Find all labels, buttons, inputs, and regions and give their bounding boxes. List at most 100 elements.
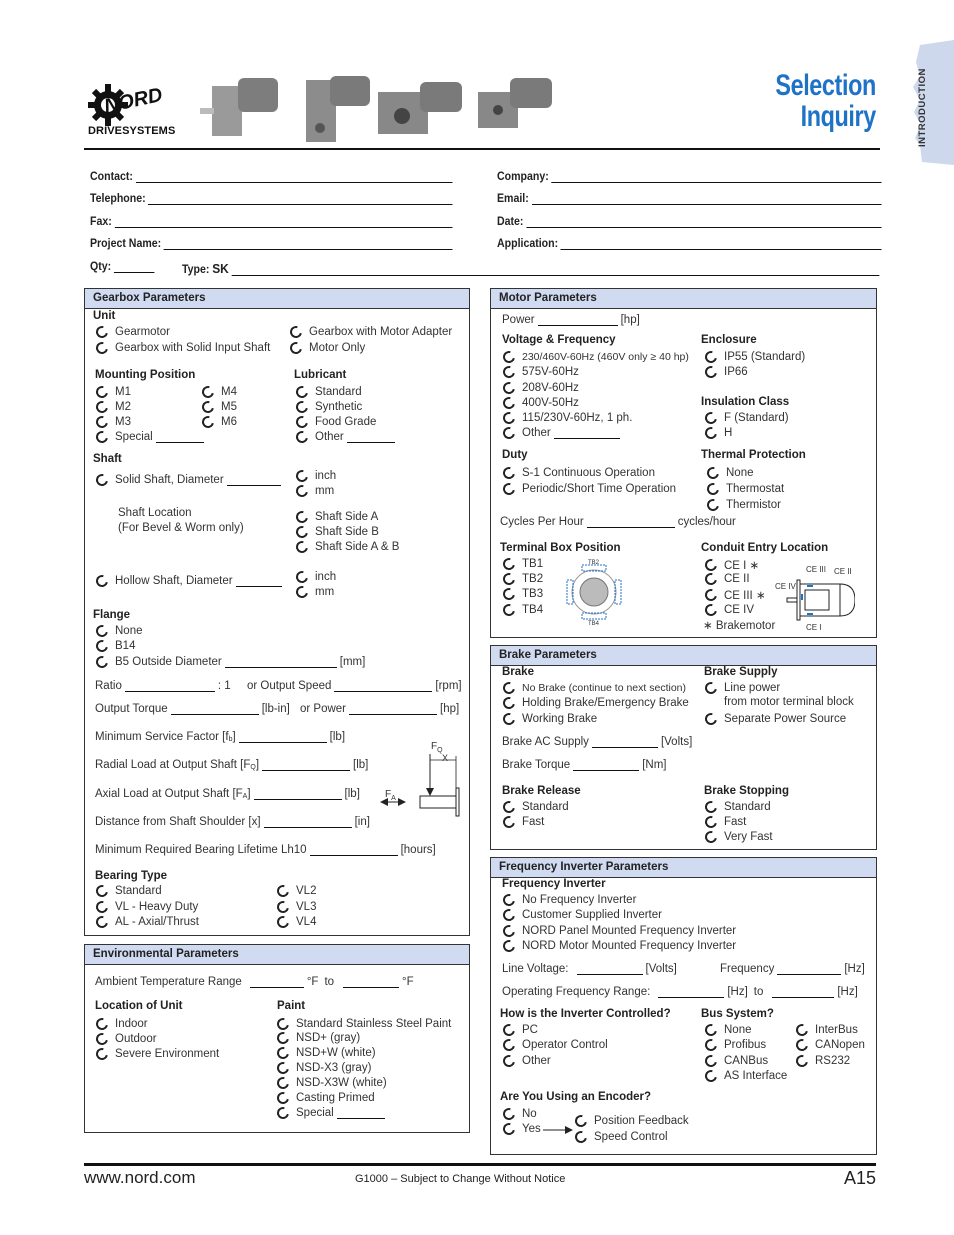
paint-option-special[interactable]: Special: [274, 1104, 388, 1122]
flange-option-b14[interactable]: B14: [93, 637, 135, 655]
contact-field[interactable]: Contact:: [90, 171, 453, 183]
voltage-option-575[interactable]: 575V-60Hz: [500, 363, 579, 381]
bearing-option-vl4[interactable]: VL4: [274, 913, 316, 931]
solid-shaft-option[interactable]: Solid Shaft, Diameter: [93, 471, 284, 489]
operating-frequency-range-field[interactable]: Operating Frequency Range: [Hz] to [Hz]: [502, 986, 858, 998]
location-option-severe[interactable]: Severe Environment: [93, 1045, 219, 1063]
paint-option-nsd-plus-w[interactable]: NSD+W (white): [274, 1044, 376, 1062]
brake-torque-field[interactable]: Brake Torque [Nm]: [502, 759, 666, 771]
bus-option-interbus[interactable]: InterBus: [793, 1021, 858, 1039]
encoder-option-position-feedback[interactable]: Position Feedback: [572, 1112, 689, 1130]
cycles-per-hour-field[interactable]: Cycles Per Hour cycles/hour: [500, 516, 736, 528]
control-option-other[interactable]: Other: [500, 1052, 551, 1070]
bus-option-profibus[interactable]: Profibus: [702, 1036, 766, 1054]
conduit-option-ce1[interactable]: CE I ∗: [702, 556, 759, 574]
project-name-field[interactable]: Project Name:: [90, 238, 453, 250]
brake-option-none[interactable]: No Brake (continue to next section): [500, 679, 686, 697]
unit-option-motor-only[interactable]: Motor Only: [287, 339, 365, 357]
hollow-shaft-option[interactable]: Hollow Shaft, Diameter: [93, 572, 285, 590]
mounting-option-m6[interactable]: M6: [199, 413, 237, 431]
terminal-option-tb4[interactable]: TB4: [500, 601, 543, 619]
brake-release-option-standard[interactable]: Standard: [500, 798, 569, 816]
brake-option-working[interactable]: Working Brake: [500, 710, 597, 728]
voltage-option-400[interactable]: 400V-50Hz: [500, 394, 579, 412]
brake-release-option-fast[interactable]: Fast: [500, 813, 544, 831]
bus-option-canbus[interactable]: CANBus: [702, 1052, 768, 1070]
mounting-option-m3[interactable]: M3: [93, 413, 131, 431]
insulation-option-h[interactable]: H: [702, 424, 732, 442]
duty-option-s1[interactable]: S-1 Continuous Operation: [500, 464, 655, 482]
mounting-option-m1[interactable]: M1: [93, 383, 131, 401]
control-option-pc[interactable]: PC: [500, 1021, 538, 1039]
voltage-option-115-230[interactable]: 115/230V-60Hz, 1 ph.: [500, 409, 632, 427]
fax-field[interactable]: Fax:: [90, 216, 453, 228]
voltage-option-208[interactable]: 208V-60Hz: [500, 379, 579, 397]
thermal-option-none[interactable]: None: [704, 464, 754, 482]
email-field[interactable]: Email:: [497, 193, 882, 205]
voltage-option-230-460[interactable]: 230/460V-60Hz (460V only ≥ 40 hp): [500, 348, 689, 366]
conduit-option-ce2[interactable]: CE II: [702, 570, 750, 588]
shaft-side-a[interactable]: Shaft Side A: [293, 508, 378, 526]
type-field[interactable]: Type: SK: [182, 261, 880, 276]
location-option-outdoor[interactable]: Outdoor: [93, 1030, 157, 1048]
paint-option-standard[interactable]: Standard Stainless Steel Paint: [274, 1015, 451, 1033]
encoder-option-yes[interactable]: Yes: [500, 1120, 541, 1138]
output-torque-field[interactable]: Output Torque [lb-in]: [95, 703, 290, 715]
brake-stopping-option-standard[interactable]: Standard: [702, 798, 771, 816]
hollow-shaft-unit-mm[interactable]: mm: [293, 583, 334, 601]
brake-stopping-option-very-fast[interactable]: Very Fast: [702, 828, 773, 846]
brake-stopping-option-fast[interactable]: Fast: [702, 813, 746, 831]
flange-option-b5[interactable]: B5 Outside Diameter [mm]: [93, 653, 365, 671]
insulation-option-f[interactable]: F (Standard): [702, 409, 789, 427]
distance-field[interactable]: Distance from Shaft Shoulder [x] [in]: [95, 816, 370, 828]
inverter-option-panel[interactable]: NORD Panel Mounted Frequency Inverter: [500, 922, 736, 940]
bus-option-as-interface[interactable]: AS Interface: [702, 1067, 787, 1085]
mounting-option-m5[interactable]: M5: [199, 398, 237, 416]
location-option-indoor[interactable]: Indoor: [93, 1015, 148, 1033]
service-factor-field[interactable]: Minimum Service Factor [f b] [lb]: [95, 731, 345, 743]
brake-option-holding[interactable]: Holding Brake/Emergency Brake: [500, 694, 689, 712]
line-voltage-field[interactable]: Line Voltage: [Volts]: [502, 963, 677, 975]
terminal-option-tb2[interactable]: TB2: [500, 570, 543, 588]
lifetime-field[interactable]: Minimum Required Bearing Lifetime Lh10 [h…: [95, 844, 436, 856]
thermal-option-thermistor[interactable]: Thermistor: [704, 496, 781, 514]
output-speed-field[interactable]: or Output Speed [rpm]: [247, 680, 462, 692]
bus-option-rs232[interactable]: RS232: [793, 1052, 850, 1070]
solid-shaft-unit-mm[interactable]: mm: [293, 482, 334, 500]
footer-url-link[interactable]: www.nord.com: [84, 1168, 195, 1188]
bearing-option-al[interactable]: AL - Axial/Thrust: [93, 913, 199, 931]
bearing-option-vl3[interactable]: VL3: [274, 898, 316, 916]
inverter-option-motor[interactable]: NORD Motor Mounted Frequency Inverter: [500, 937, 736, 955]
lubricant-option-synthetic[interactable]: Synthetic: [293, 398, 362, 416]
bus-option-none[interactable]: None: [702, 1021, 752, 1039]
unit-option-solid-input[interactable]: Gearbox with Solid Input Shaft: [93, 339, 270, 357]
encoder-option-no[interactable]: No: [500, 1105, 537, 1123]
application-field[interactable]: Application:: [497, 238, 882, 250]
control-option-operator[interactable]: Operator Control: [500, 1036, 608, 1054]
brake-supply-option-line[interactable]: Line power: [702, 679, 780, 697]
flange-option-none[interactable]: None: [93, 622, 143, 640]
shaft-side-b[interactable]: Shaft Side B: [293, 523, 379, 541]
telephone-field[interactable]: Telephone:: [90, 193, 453, 205]
paint-option-nsd-x3[interactable]: NSD-X3 (gray): [274, 1059, 371, 1077]
unit-option-gearmotor[interactable]: Gearmotor: [93, 323, 170, 341]
ambient-temperature-field[interactable]: Ambient Temperature Range °F to °F: [95, 976, 414, 988]
paint-option-casting-primed[interactable]: Casting Primed: [274, 1089, 375, 1107]
lubricant-option-standard[interactable]: Standard: [293, 383, 362, 401]
thermal-option-thermostat[interactable]: Thermostat: [704, 480, 784, 498]
company-field[interactable]: Company:: [497, 171, 882, 183]
ratio-field[interactable]: Ratio: 1: [95, 680, 231, 692]
shaft-side-a-and-b[interactable]: Shaft Side A & B: [293, 538, 399, 556]
brake-ac-supply-field[interactable]: Brake AC Supply [Volts]: [502, 736, 692, 748]
motor-power-field[interactable]: Power [hp]: [502, 314, 640, 326]
power-field[interactable]: or Power [hp]: [300, 703, 459, 715]
mounting-option-m4[interactable]: M4: [199, 383, 237, 401]
conduit-option-ce3[interactable]: CE III ∗: [702, 586, 766, 604]
inverter-option-customer[interactable]: Customer Supplied Inverter: [500, 906, 662, 924]
terminal-option-tb3[interactable]: TB3: [500, 585, 543, 603]
inverter-option-none[interactable]: No Frequency Inverter: [500, 891, 636, 909]
bearing-option-vl[interactable]: VL - Heavy Duty: [93, 898, 198, 916]
voltage-option-other[interactable]: Other: [500, 424, 623, 442]
enclosure-option-ip55[interactable]: IP55 (Standard): [702, 348, 805, 366]
mounting-option-special[interactable]: Special: [93, 428, 207, 446]
